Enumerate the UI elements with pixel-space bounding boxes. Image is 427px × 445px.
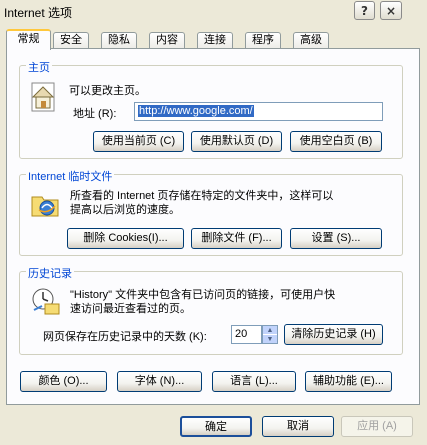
languages-button[interactable]: 语言 (L)... — [212, 371, 296, 392]
tab-programs[interactable]: 程序 — [245, 32, 281, 49]
tab-security[interactable]: 安全 — [53, 32, 89, 49]
accessibility-button[interactable]: 辅助功能 (E)... — [305, 371, 392, 392]
fonts-button[interactable]: 字体 (N)... — [117, 371, 202, 392]
address-value: http://www.google.com/ — [138, 105, 254, 117]
use-blank-button[interactable]: 使用空白页 (B) — [290, 131, 382, 152]
delete-cookies-button[interactable]: 删除 Cookies(I)... — [67, 228, 184, 249]
days-spinner[interactable]: ▲ ▼ — [262, 325, 278, 344]
delete-files-button[interactable]: 删除文件 (F)... — [191, 228, 282, 249]
history-title: 历史记录 — [26, 265, 74, 281]
temp-files-description-2: 提高以后浏览的速度。 — [70, 204, 180, 216]
settings-button[interactable]: 设置 (S)... — [290, 228, 382, 249]
history-days-input[interactable]: 20 — [231, 325, 262, 344]
clear-history-button[interactable]: 清除历史记录 (H) — [284, 324, 383, 345]
use-default-button[interactable]: 使用默认页 (D) — [191, 131, 282, 152]
colors-button[interactable]: 颜色 (O)... — [20, 371, 107, 392]
home-page-title: 主页 — [26, 59, 52, 75]
window-title: Internet 选项 — [4, 6, 73, 20]
help-button[interactable]: ? — [354, 1, 375, 20]
history-days-label: 网页保存在历史记录中的天数 (K): — [43, 331, 207, 343]
apply-button[interactable]: 应用 (A) — [341, 416, 413, 437]
use-current-button[interactable]: 使用当前页 (C) — [93, 131, 184, 152]
close-button[interactable]: × — [380, 1, 402, 20]
spin-down-icon[interactable]: ▼ — [263, 335, 277, 344]
tab-connections[interactable]: 连接 — [197, 32, 233, 49]
tab-general[interactable]: 常规 — [6, 29, 51, 50]
cancel-button[interactable]: 取消 — [262, 416, 334, 437]
general-tab-panel: 主页 可以更改主页。 地址 (R): http://www.google.com… — [6, 48, 420, 405]
spin-up-icon[interactable]: ▲ — [263, 326, 277, 335]
address-label: 地址 (R): — [73, 108, 117, 120]
temp-files-title: Internet 临时文件 — [26, 168, 115, 184]
temp-files-icon — [31, 196, 59, 217]
ok-button[interactable]: 确定 — [180, 416, 252, 437]
tab-privacy[interactable]: 隐私 — [101, 32, 137, 49]
house-icon — [31, 82, 55, 112]
home-address-input[interactable]: http://www.google.com/ — [134, 102, 383, 121]
history-icon — [32, 288, 60, 315]
tab-advanced[interactable]: 高级 — [293, 32, 329, 49]
history-description-2: 速访问最近查看过的页。 — [70, 303, 191, 315]
title-bar: Internet 选项 ? × — [0, 0, 427, 22]
home-description: 可以更改主页。 — [69, 85, 146, 97]
tab-content[interactable]: 内容 — [149, 32, 185, 49]
